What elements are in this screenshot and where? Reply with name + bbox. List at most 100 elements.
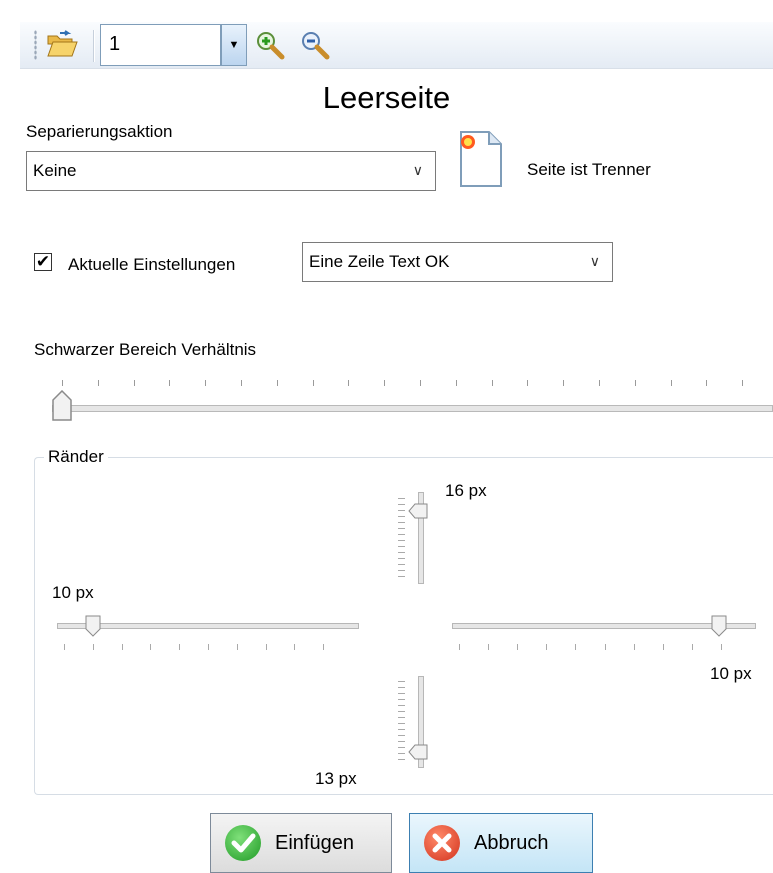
tick-mark — [398, 711, 405, 712]
separator-status-text: Seite ist Trenner — [527, 160, 651, 179]
tick-mark — [348, 380, 349, 386]
tick-mark — [398, 564, 405, 565]
right-margin-value: 10 px — [710, 664, 752, 683]
tick-mark — [277, 380, 278, 386]
tick-mark — [241, 380, 242, 386]
page-number-dropdown-button[interactable]: ▼ — [221, 24, 247, 66]
tick-mark — [398, 759, 405, 760]
bottom-margin-slider-thumb[interactable] — [408, 743, 428, 761]
tick-mark — [459, 644, 460, 650]
tick-mark — [563, 380, 564, 386]
tick-mark — [398, 717, 405, 718]
left-margin-value: 10 px — [52, 583, 94, 602]
tick-mark — [398, 705, 405, 706]
preset-selected-value: Eine Zeile Text OK — [309, 252, 450, 271]
tick-mark — [398, 687, 405, 688]
tick-mark — [398, 681, 405, 682]
cancel-button-label: Abbruch — [474, 831, 549, 854]
tick-mark — [93, 644, 94, 650]
insert-button[interactable]: Einfügen — [210, 813, 392, 873]
top-margin-slider-thumb[interactable] — [408, 502, 428, 520]
tick-mark — [398, 741, 405, 742]
tick-mark — [398, 723, 405, 724]
tick-mark — [456, 380, 457, 386]
tick-mark — [294, 644, 295, 650]
tick-mark — [323, 644, 324, 650]
tick-mark — [517, 644, 518, 650]
tick-mark — [742, 380, 743, 386]
tick-mark — [384, 380, 385, 386]
tick-mark — [692, 644, 693, 650]
tick-mark — [671, 380, 672, 386]
tick-mark — [546, 644, 547, 650]
top-margin-value: 16 px — [445, 481, 487, 500]
tick-mark — [721, 644, 722, 650]
folder-open-icon[interactable] — [46, 30, 78, 58]
tick-mark — [266, 644, 267, 650]
tick-mark — [398, 516, 405, 517]
separation-selected-value: Keine — [33, 161, 77, 180]
zoom-in-icon[interactable] — [255, 30, 285, 60]
tick-mark — [398, 534, 405, 535]
tick-mark — [398, 576, 405, 577]
separation-action-select[interactable]: Keine ∨ — [26, 151, 436, 191]
chevron-down-icon: ∨ — [589, 253, 600, 269]
preset-select[interactable]: Eine Zeile Text OK ∨ — [302, 242, 613, 282]
tick-mark — [150, 644, 151, 650]
tick-mark — [663, 644, 664, 650]
tick-mark — [575, 644, 576, 650]
separation-label: Separierungsaktion — [26, 122, 173, 141]
tick-mark — [98, 380, 99, 386]
page-number-input[interactable]: 1 — [100, 24, 221, 66]
tick-mark — [492, 380, 493, 386]
cancel-x-icon — [424, 825, 460, 861]
zoom-out-icon[interactable] — [300, 30, 330, 60]
toolbar-grip[interactable] — [34, 30, 37, 60]
tick-mark — [169, 380, 170, 386]
tick-mark — [398, 735, 405, 736]
tick-mark — [398, 747, 405, 748]
tick-mark — [398, 552, 405, 553]
black-area-slider-track[interactable] — [52, 405, 773, 412]
tick-mark — [237, 644, 238, 650]
tick-mark — [398, 522, 405, 523]
tick-mark — [398, 528, 405, 529]
tick-mark — [208, 644, 209, 650]
tick-mark — [420, 380, 421, 386]
tick-mark — [62, 380, 63, 386]
tick-mark — [488, 644, 489, 650]
tick-mark — [398, 540, 405, 541]
tick-mark — [205, 380, 206, 386]
current-settings-checkbox[interactable]: ✔ — [34, 253, 52, 271]
tick-mark — [398, 693, 405, 694]
tick-mark — [635, 380, 636, 386]
tick-mark — [527, 380, 528, 386]
tick-mark — [64, 644, 65, 650]
black-area-slider-thumb[interactable] — [51, 389, 73, 422]
tick-mark — [398, 729, 405, 730]
tick-mark — [179, 644, 180, 650]
cancel-button[interactable]: Abbruch — [409, 813, 593, 873]
tick-mark — [634, 644, 635, 650]
chevron-down-icon: ∨ — [412, 162, 423, 178]
tick-mark — [398, 546, 405, 547]
toolbar-separator — [93, 30, 95, 62]
tick-mark — [398, 498, 405, 499]
ok-check-icon — [225, 825, 261, 861]
tick-mark — [398, 570, 405, 571]
left-margin-slider-thumb[interactable] — [84, 615, 102, 637]
bottom-margin-value: 13 px — [315, 769, 357, 788]
tick-mark — [122, 644, 123, 650]
current-settings-label: Aktuelle Einstellungen — [68, 255, 236, 274]
page-title: Leerseite — [322, 80, 451, 115]
tick-mark — [398, 699, 405, 700]
right-margin-slider-thumb[interactable] — [710, 615, 728, 637]
left-margin-slider-track[interactable] — [57, 623, 359, 629]
insert-button-label: Einfügen — [275, 831, 354, 854]
black-area-ratio-label: Schwarzer Bereich Verhältnis — [34, 340, 257, 359]
tick-mark — [605, 644, 606, 650]
tick-mark — [599, 380, 600, 386]
margins-legend: Ränder — [44, 447, 108, 467]
dropdown-arrow-icon: ▼ — [228, 39, 240, 51]
tick-mark — [398, 558, 405, 559]
